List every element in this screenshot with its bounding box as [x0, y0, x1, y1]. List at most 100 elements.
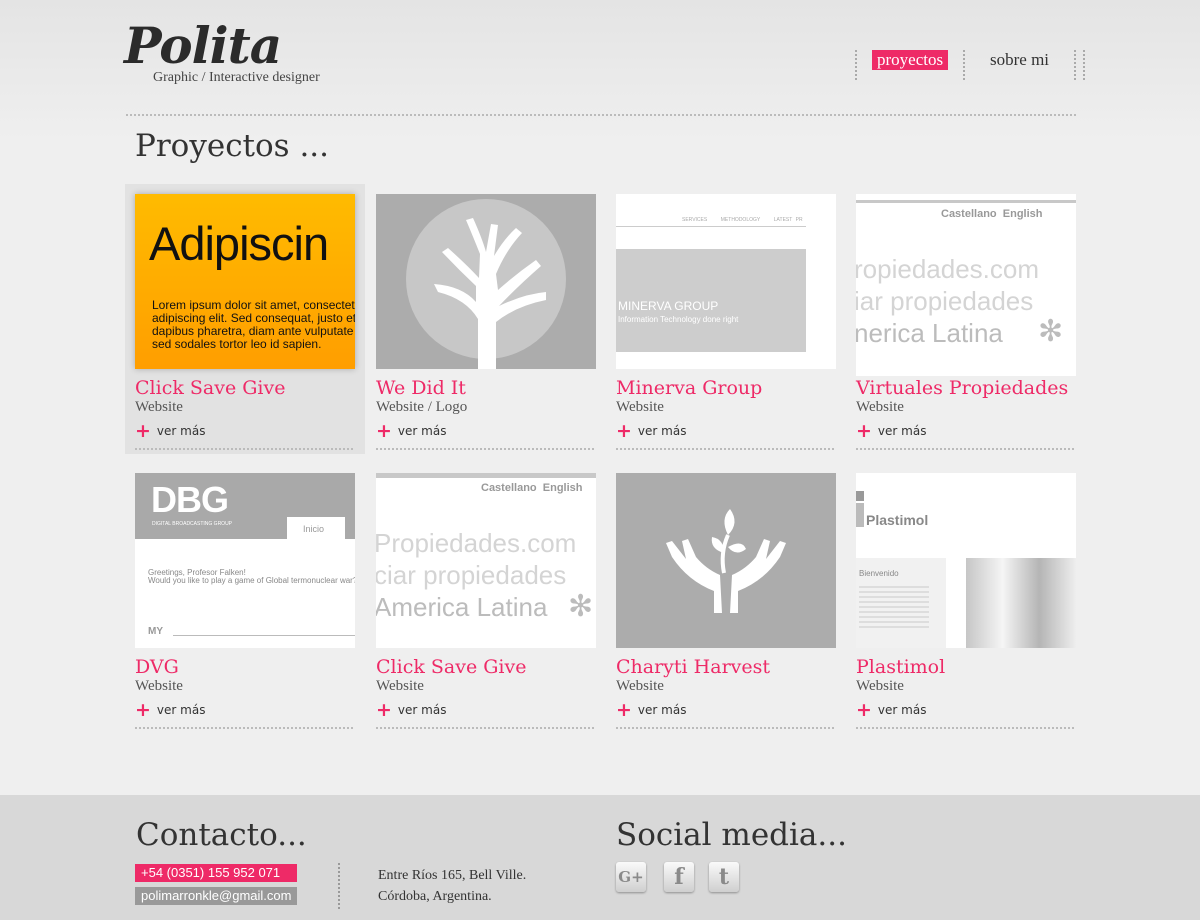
- project-thumbnail[interactable]: DBG DIGITAL BROADCASTING GROUP Inicio Gr…: [135, 473, 355, 648]
- plus-icon: +: [616, 420, 632, 442]
- project-title[interactable]: We Did It: [376, 377, 466, 399]
- social-title: Social media...: [616, 817, 847, 853]
- card-divider: [856, 448, 1074, 450]
- facebook-icon[interactable]: f: [664, 862, 694, 892]
- project-thumbnail[interactable]: Castellano English Propiedades.com ciar …: [376, 473, 596, 648]
- project-type: Website: [616, 678, 664, 694]
- plus-icon: +: [135, 420, 151, 442]
- site-tagline: Graphic / Interactive designer: [153, 70, 320, 85]
- nav-divider: [963, 50, 965, 80]
- contact-title: Contacto...: [136, 817, 307, 853]
- project-thumbnail[interactable]: [376, 194, 596, 369]
- project-type: Website: [135, 678, 183, 694]
- project-card[interactable]: Charyti Harvest Website + ver más: [606, 463, 846, 733]
- thumbnail-headline: Plastimol: [866, 512, 929, 528]
- address-line: Córdoba, Argentina.: [378, 889, 492, 904]
- thumbnail-slogan: Information Technology done right: [618, 315, 739, 324]
- project-title[interactable]: Plastimol: [856, 656, 945, 678]
- project-card[interactable]: Adipiscin Lorem ipsum dolor sit amet, co…: [125, 184, 365, 454]
- footer: Contacto... +54 (0351) 155 952 071 polim…: [0, 795, 1200, 920]
- thumbnail-headline: Adipiscin: [149, 217, 329, 270]
- thumbnail-languages: Castellano English: [481, 482, 583, 494]
- footer-divider: [338, 863, 340, 909]
- project-title[interactable]: Click Save Give: [376, 656, 526, 678]
- thumbnail-menu: SERVICES METHODOLOGY LATEST PR: [682, 217, 803, 223]
- project-card[interactable]: Castellano English ropiedades.com iar pr…: [846, 184, 1086, 454]
- plus-icon: +: [135, 699, 151, 721]
- project-type: Website: [616, 399, 664, 415]
- address-line: Entre Ríos 165, Bell Ville.: [378, 868, 527, 883]
- project-type: Website: [856, 399, 904, 415]
- thumbnail-text: America Latina: [376, 592, 548, 622]
- thumbnail-headline: MINERVA GROUP: [618, 299, 719, 313]
- nav-divider: [1074, 50, 1076, 80]
- ver-mas-link[interactable]: + ver más: [616, 699, 686, 721]
- thumbnail-text: iar propiedades: [856, 286, 1034, 316]
- project-type: Website / Logo: [376, 399, 468, 415]
- project-thumbnail[interactable]: Plastimol Bienvenido: [856, 473, 1076, 648]
- project-card[interactable]: SERVICES METHODOLOGY LATEST PR MINERVA G…: [606, 184, 846, 454]
- project-thumbnail[interactable]: Castellano English ropiedades.com iar pr…: [856, 194, 1076, 376]
- thumbnail-headline: DBG: [151, 479, 229, 520]
- project-thumbnail[interactable]: SERVICES METHODOLOGY LATEST PR MINERVA G…: [616, 194, 836, 369]
- page-title: Proyectos ...: [135, 128, 330, 164]
- ver-mas-link[interactable]: + ver más: [616, 420, 686, 442]
- project-type: Website: [135, 399, 183, 415]
- thumbnail-languages: Castellano English: [941, 208, 1043, 220]
- nav-divider: [1083, 50, 1085, 80]
- card-divider: [616, 448, 834, 450]
- ver-mas-link[interactable]: + ver más: [856, 699, 926, 721]
- project-card[interactable]: Plastimol Bienvenido Plastimol Website +…: [846, 463, 1086, 733]
- project-title[interactable]: Click Save Give: [135, 377, 285, 399]
- nav-proyectos[interactable]: proyectos: [872, 50, 949, 70]
- ver-mas-link[interactable]: + ver más: [376, 420, 446, 442]
- project-title[interactable]: Charyti Harvest: [616, 656, 770, 678]
- site-logo[interactable]: Polita: [124, 16, 282, 76]
- plus-icon: +: [616, 699, 632, 721]
- email-link[interactable]: polimarronkle@gmail.com: [135, 887, 297, 905]
- thumbnail-headline: ropiedades.com: [856, 254, 1039, 284]
- plus-icon: +: [376, 699, 392, 721]
- thumbnail-tab: Inicio: [303, 524, 325, 534]
- phone-number[interactable]: +54 (0351) 155 952 071: [135, 864, 297, 882]
- thumbnail-text: ciar propiedades: [376, 560, 567, 590]
- thumbnail-text: nerica Latina: [856, 318, 1003, 348]
- project-card[interactable]: We Did It Website / Logo + ver más: [366, 184, 606, 454]
- project-title[interactable]: Virtuales Propiedades: [856, 377, 1068, 399]
- tree-hands-icon: [406, 199, 566, 369]
- hands-leaf-icon: [666, 509, 786, 613]
- ver-mas-link[interactable]: + ver más: [135, 420, 205, 442]
- card-divider: [376, 448, 594, 450]
- project-title[interactable]: DVG: [135, 656, 179, 678]
- thumbnail-text: DIGITAL BROADCASTING GROUP: [152, 521, 233, 527]
- thumbnail-text: Bienvenido: [859, 569, 899, 578]
- asterisk-icon: ✻: [1038, 315, 1064, 348]
- asterisk-icon: ✻: [568, 590, 594, 623]
- twitter-icon[interactable]: t: [709, 862, 739, 892]
- plus-icon: +: [376, 420, 392, 442]
- project-card[interactable]: DBG DIGITAL BROADCASTING GROUP Inicio Gr…: [125, 463, 365, 733]
- nav-sobre-mi[interactable]: sobre mi: [990, 50, 1049, 70]
- card-divider: [135, 448, 353, 450]
- nav-divider: [855, 50, 857, 80]
- header-rule: [126, 114, 1076, 116]
- project-type: Website: [856, 678, 904, 694]
- ver-mas-link[interactable]: + ver más: [856, 422, 926, 441]
- project-card[interactable]: Castellano English Propiedades.com ciar …: [366, 463, 606, 733]
- thumbnail-headline: Propiedades.com: [376, 528, 577, 558]
- address: Entre Ríos 165, Bell Ville. Córdoba, Arg…: [378, 865, 526, 907]
- google-plus-icon[interactable]: G+: [616, 862, 646, 892]
- project-thumbnail[interactable]: Adipiscin Lorem ipsum dolor sit amet, co…: [135, 194, 355, 369]
- card-divider: [616, 727, 834, 729]
- ver-mas-link[interactable]: + ver más: [135, 699, 205, 721]
- card-divider: [135, 727, 353, 729]
- thumbnail-text: Lorem ipsum dolor sit amet, consectet ad…: [152, 298, 355, 351]
- project-thumbnail[interactable]: [616, 473, 836, 648]
- project-type: Website: [376, 678, 424, 694]
- thumbnail-text: Would you like to play a game of Global …: [148, 576, 355, 585]
- ver-mas-link[interactable]: + ver más: [376, 699, 446, 721]
- card-divider: [856, 727, 1074, 729]
- plus-icon: +: [856, 699, 872, 721]
- card-divider: [376, 727, 594, 729]
- project-title[interactable]: Minerva Group: [616, 377, 762, 399]
